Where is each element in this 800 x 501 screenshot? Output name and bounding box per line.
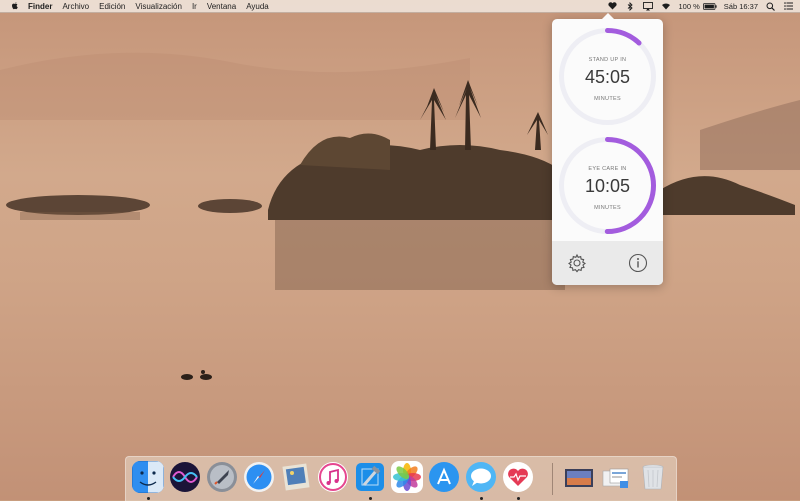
dock-xcode[interactable] xyxy=(354,461,386,493)
stand-up-unit: MINUTES xyxy=(594,96,621,102)
status-area: 100 % Sáb 16:37 xyxy=(600,0,794,12)
gear-icon xyxy=(568,253,586,273)
battery-percent: 100 % xyxy=(678,1,700,11)
wifi-icon[interactable] xyxy=(661,1,672,11)
apple-menu-icon[interactable] xyxy=(10,1,20,11)
airplay-icon[interactable] xyxy=(643,1,654,11)
timer-popover: STAND UP IN 45:05 MINUTES EYE CARE IN 10… xyxy=(552,13,663,285)
dock-app-store[interactable] xyxy=(428,461,460,493)
siri-icon xyxy=(170,462,200,492)
heart-icon[interactable] xyxy=(607,1,618,11)
trash-icon xyxy=(642,464,664,490)
menu-ayuda[interactable]: Ayuda xyxy=(246,2,269,11)
dock-desktop-stack[interactable] xyxy=(563,461,595,493)
info-button[interactable] xyxy=(627,252,649,274)
dock-photos[interactable] xyxy=(391,461,423,493)
info-icon xyxy=(628,253,648,273)
dock-preview[interactable] xyxy=(280,461,312,493)
popover-footer xyxy=(552,241,663,285)
downloads-stack-icon xyxy=(602,468,629,488)
dock-finder[interactable] xyxy=(132,461,164,493)
battery-icon[interactable] xyxy=(702,1,717,11)
menu-ir[interactable]: Ir xyxy=(192,2,197,11)
menu-edicion[interactable]: Edición xyxy=(99,2,125,11)
dock xyxy=(125,456,677,501)
stand-up-time: 45:05 xyxy=(584,67,631,87)
music-note-icon xyxy=(318,462,348,492)
finder-icon xyxy=(132,461,164,493)
dock-downloads-stack[interactable] xyxy=(600,461,632,493)
menu-visualizacion[interactable]: Visualización xyxy=(135,2,182,11)
hammer-icon xyxy=(356,463,384,491)
dock-separator xyxy=(552,463,553,495)
chat-bubble-icon xyxy=(466,462,496,492)
menu-archivo[interactable]: Archivo xyxy=(62,2,89,11)
stand-up-title: STAND UP IN xyxy=(588,57,627,63)
rocket-icon xyxy=(207,462,237,492)
popover-arrow xyxy=(601,13,615,20)
stand-up-timer: STAND UP IN 45:05 MINUTES xyxy=(557,26,658,127)
dock-launchpad[interactable] xyxy=(206,461,238,493)
dock-health[interactable] xyxy=(502,461,534,493)
desktop-wallpaper xyxy=(0,0,800,500)
bluetooth-icon[interactable] xyxy=(625,1,636,11)
dock-safari[interactable] xyxy=(243,461,275,493)
menu-clock[interactable]: Sáb 16:37 xyxy=(724,2,758,11)
eye-care-unit: MINUTES xyxy=(594,205,621,211)
eye-care-title: EYE CARE IN xyxy=(588,166,627,172)
settings-button[interactable] xyxy=(566,252,588,274)
app-store-icon xyxy=(429,462,459,492)
search-icon[interactable] xyxy=(765,1,776,11)
dock-siri[interactable] xyxy=(169,461,201,493)
eye-care-timer: EYE CARE IN 10:05 MINUTES xyxy=(557,135,658,236)
eye-care-time: 10:05 xyxy=(584,176,631,196)
list-icon[interactable] xyxy=(783,1,794,11)
menu-ventana[interactable]: Ventana xyxy=(207,2,236,11)
compass-icon xyxy=(244,462,274,492)
dock-itunes[interactable] xyxy=(317,461,349,493)
dock-trash[interactable] xyxy=(637,461,669,493)
heart-icon xyxy=(503,462,533,492)
menu-bar: Finder Archivo Edición Visualización Ir … xyxy=(0,0,800,13)
menu-finder[interactable]: Finder xyxy=(28,2,52,11)
folder-stack-icon xyxy=(565,469,593,487)
preview-icon xyxy=(282,463,310,491)
photos-icon xyxy=(391,461,423,493)
dock-messages[interactable] xyxy=(465,461,497,493)
